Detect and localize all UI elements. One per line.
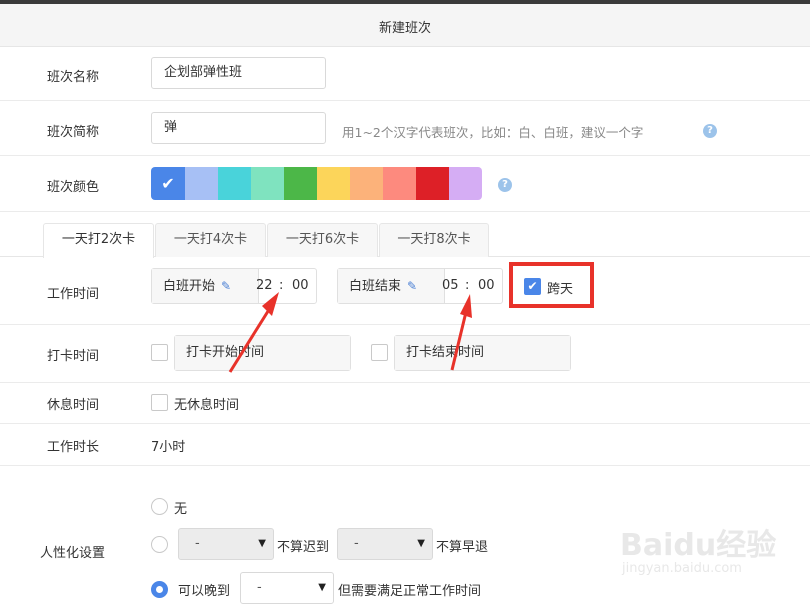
arrow-line-left: [228, 307, 272, 373]
arrow-head-right: [460, 294, 472, 318]
arrow-line-right: [450, 311, 468, 371]
watermark-url: jingyan.baidu.com: [622, 561, 742, 576]
watermark-logo: Baidu经验: [620, 528, 777, 563]
annotation-arrows: [228, 292, 472, 373]
arrow-head-left: [262, 292, 279, 316]
